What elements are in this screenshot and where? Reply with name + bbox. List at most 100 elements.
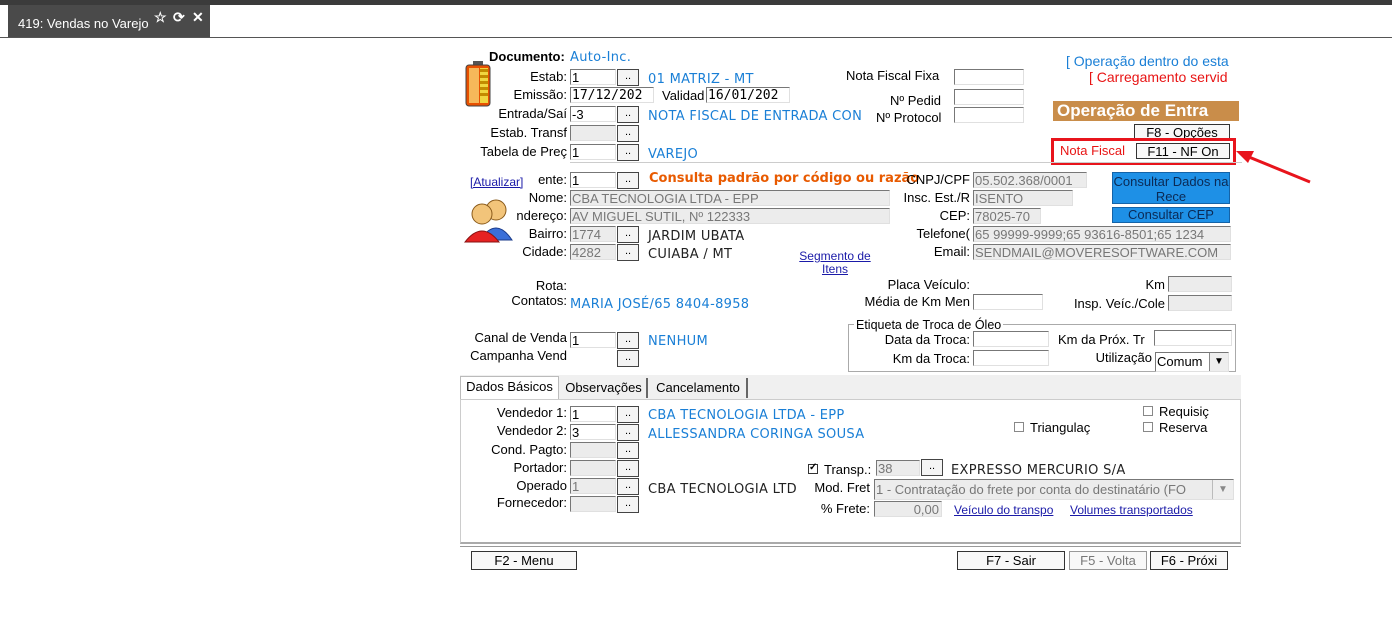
segmento-link[interactable]: Segmento de Itens: [793, 250, 877, 276]
cnpj-input[interactable]: 05.502.368/0001: [973, 172, 1087, 188]
cidade-lookup-button[interactable]: ..: [617, 244, 639, 261]
operacao-banner: Operação de Entra: [1053, 101, 1239, 121]
cliente-lookup-button[interactable]: ..: [617, 172, 639, 189]
entrada-lookup-button[interactable]: ..: [617, 106, 639, 123]
canal-input[interactable]: 1: [570, 332, 616, 348]
cond-pagto-lookup-button[interactable]: ..: [617, 442, 639, 459]
telefone-input[interactable]: 65 99999-9999;65 93616-8501;65 1234: [973, 226, 1231, 242]
media-label: Média de Km Men: [864, 294, 971, 309]
bairro-input[interactable]: 1774: [570, 226, 616, 242]
transp-name: EXPRESSO MERCURIO S/A: [951, 463, 1126, 478]
vendedor2-lookup-button[interactable]: ..: [617, 424, 639, 441]
validade-input[interactable]: 16/01/202: [706, 87, 790, 103]
perc-frete-input[interactable]: 0,00: [874, 501, 942, 517]
vendedor2-input[interactable]: 3: [570, 424, 616, 440]
vendedor1-lookup-button[interactable]: ..: [617, 406, 639, 423]
mod-frete-select[interactable]: 1 - Contratação do frete por conta do de…: [874, 479, 1234, 500]
bairro-name: JARDIM UBATA: [648, 229, 745, 244]
fornecedor-input[interactable]: [570, 496, 616, 512]
star-icon[interactable]: ☆: [154, 9, 167, 26]
transp-checkbox[interactable]: ✓: [808, 462, 818, 474]
f6-proxi-button[interactable]: F6 - Próxi: [1150, 551, 1228, 570]
pedido-input[interactable]: [954, 89, 1024, 105]
operador-lookup-button[interactable]: ..: [617, 478, 639, 495]
nota-fixa-input[interactable]: [954, 69, 1024, 85]
reserva-label: Reserva: [1159, 420, 1208, 435]
oleo-title: Etiqueta de Troca de Óleo: [854, 318, 1004, 332]
rota-label: Rota:: [535, 278, 567, 293]
tabela-lookup-button[interactable]: ..: [617, 144, 639, 161]
portador-lookup-button[interactable]: ..: [617, 460, 639, 477]
estab-input[interactable]: 1: [570, 69, 616, 85]
tab-title: 419: Vendas no Varejo: [18, 16, 149, 31]
protocolo-input[interactable]: [954, 107, 1024, 123]
endereco-input[interactable]: AV MIGUEL SUTIL, Nº 122333: [570, 208, 890, 224]
f2-menu-button[interactable]: F2 - Menu: [471, 551, 577, 570]
vendedor1-name: CBA TECNOLOGIA LTDA - EPP: [648, 408, 845, 423]
estab-lookup-button[interactable]: ..: [617, 69, 639, 86]
bairro-label: Bairro:: [528, 226, 567, 241]
contatos-value: MARIA JOSÉ/65 8404-8958: [570, 297, 750, 312]
utilizacao-select[interactable]: Comum ▼: [1155, 352, 1229, 372]
km-prox-label: Km da Próx. Tr: [1058, 332, 1145, 347]
triangulacao-checkbox[interactable]: [1014, 422, 1024, 432]
data-troca-input[interactable]: [973, 331, 1049, 347]
operador-name: CBA TECNOLOGIA LTD: [648, 482, 797, 497]
media-input[interactable]: [973, 294, 1043, 310]
contatos-label: Contatos:: [511, 293, 567, 308]
km-troca-input[interactable]: [973, 350, 1049, 366]
veiculo-link[interactable]: Veículo do transpo: [954, 503, 1053, 517]
transp-lookup-button[interactable]: ..: [921, 459, 943, 476]
cep-input[interactable]: 78025-70: [973, 208, 1041, 224]
battery-icon: [465, 61, 491, 107]
estab-transf-lookup-button[interactable]: ..: [617, 125, 639, 142]
f11-nfe-button[interactable]: F11 - NF On: [1136, 143, 1230, 159]
f5-volta-button[interactable]: F5 - Volta: [1069, 551, 1147, 570]
refresh-icon[interactable]: ⟳: [173, 9, 185, 26]
consultar-receita-button[interactable]: Consultar Dados na Rece: [1112, 172, 1230, 204]
cidade-input[interactable]: 4282: [570, 244, 616, 260]
email-input[interactable]: SENDMAIL@MOVERESOFTWARE.COM: [973, 244, 1231, 260]
transp-input[interactable]: 38: [876, 460, 920, 476]
cidade-name: CUIABA / MT: [648, 247, 733, 262]
vendedor1-input[interactable]: 1: [570, 406, 616, 422]
nota-fiscal-label: Nota Fiscal: [1060, 143, 1126, 158]
entrada-input[interactable]: -3: [570, 106, 616, 122]
tab-dados-basicos[interactable]: Dados Básicos: [460, 376, 559, 399]
insc-input[interactable]: ISENTO: [973, 190, 1073, 206]
operador-input[interactable]: 1: [570, 478, 616, 494]
tab-cancelamento[interactable]: Cancelamento: [650, 378, 748, 398]
insp-label: Insp. Veíc./Cole: [1073, 296, 1165, 311]
operacao-status: [ Operação dentro do esta: [1066, 53, 1229, 69]
reserva-checkbox[interactable]: [1143, 422, 1153, 432]
chevron-down-icon[interactable]: ▼: [1212, 480, 1233, 499]
fornecedor-label: Fornecedor:: [496, 495, 567, 510]
km-prox-input[interactable]: [1154, 330, 1232, 346]
consultar-cep-button[interactable]: Consultar CEP: [1112, 207, 1230, 223]
canal-label: Canal de Venda: [474, 330, 567, 345]
tab-vendas-varejo[interactable]: 419: Vendas no Varejo ☆ ⟳ ✕: [8, 5, 210, 37]
estab-transf-label: Estab. Transf: [490, 125, 567, 140]
cond-pagto-input[interactable]: [570, 442, 616, 458]
nota-fixa-label: Nota Fiscal Fixa: [846, 68, 940, 83]
chevron-down-icon[interactable]: ▼: [1209, 353, 1228, 371]
f7-sair-button[interactable]: F7 - Sair: [957, 551, 1065, 570]
insc-label: Insc. Est./R: [903, 190, 970, 205]
volumes-link[interactable]: Volumes transportados: [1070, 503, 1193, 517]
km-input[interactable]: [1168, 276, 1232, 292]
bairro-lookup-button[interactable]: ..: [617, 226, 639, 243]
cliente-input[interactable]: 1: [570, 172, 616, 188]
tab-observacoes[interactable]: Observações: [561, 378, 648, 398]
campanha-lookup-button[interactable]: ..: [617, 350, 639, 367]
requisicao-checkbox[interactable]: [1143, 406, 1153, 416]
email-label: Email:: [933, 244, 970, 259]
estab-transf-input[interactable]: [570, 125, 616, 141]
close-icon[interactable]: ✕: [192, 9, 204, 26]
emissao-input[interactable]: 17/12/202: [570, 87, 654, 103]
fornecedor-lookup-button[interactable]: ..: [617, 496, 639, 513]
portador-input[interactable]: [570, 460, 616, 476]
canal-lookup-button[interactable]: ..: [617, 332, 639, 349]
nome-input[interactable]: CBA TECNOLOGIA LTDA - EPP: [570, 190, 890, 206]
tabela-input[interactable]: 1: [570, 144, 616, 160]
insp-input[interactable]: [1168, 295, 1232, 311]
